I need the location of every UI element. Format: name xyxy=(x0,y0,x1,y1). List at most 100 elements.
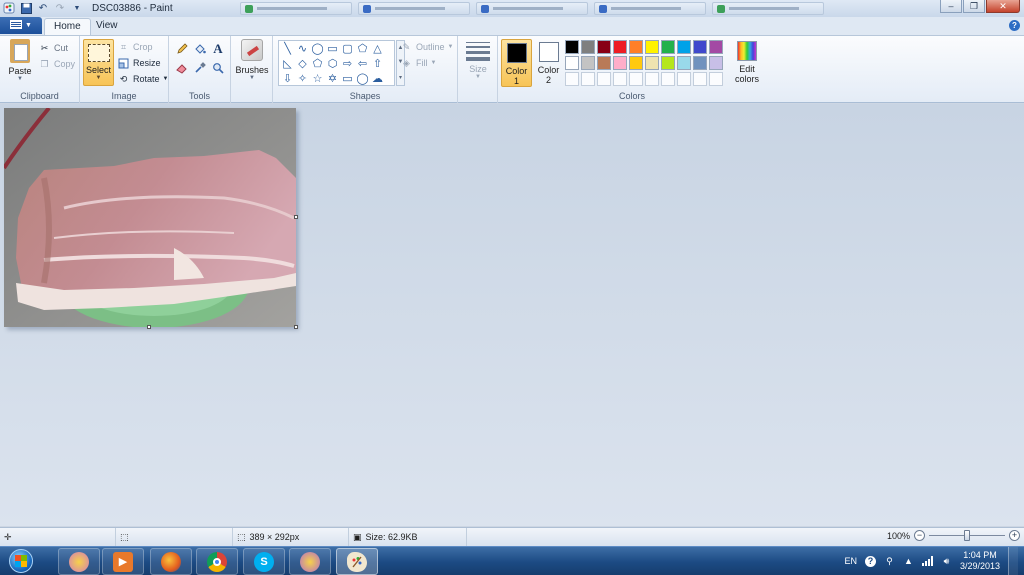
color-picker-icon[interactable] xyxy=(192,60,208,76)
five-point-star-shape-icon[interactable]: ☆ xyxy=(310,72,325,87)
close-button[interactable]: ✕ xyxy=(986,0,1020,13)
line-shape-icon[interactable]: ╲ xyxy=(280,42,295,57)
palette-swatch[interactable] xyxy=(613,56,627,70)
palette-swatch[interactable] xyxy=(613,40,627,54)
oval-shape-icon[interactable]: ◯ xyxy=(310,42,325,57)
palette-swatch[interactable] xyxy=(677,56,691,70)
start-button[interactable] xyxy=(2,547,40,575)
curve-shape-icon[interactable]: ∿ xyxy=(295,42,310,57)
network-tray-icon[interactable]: ⚲ xyxy=(884,556,895,567)
paint-app-icon[interactable] xyxy=(2,1,16,15)
magnifier-icon[interactable] xyxy=(210,60,226,76)
pentagon-shape-icon[interactable]: ⬠ xyxy=(310,57,325,72)
tab-home[interactable]: Home xyxy=(44,18,91,35)
custom-color-slot[interactable] xyxy=(661,72,675,86)
zoom-in-button[interactable]: + xyxy=(1009,530,1020,541)
taskbar-media-player-button[interactable]: ▶ xyxy=(102,548,144,575)
minimize-button[interactable]: – xyxy=(940,0,962,13)
taskbar-skype-button[interactable]: S xyxy=(243,548,285,575)
paint-menu-button[interactable]: ▼ xyxy=(0,17,42,34)
six-point-star-shape-icon[interactable]: ✡ xyxy=(325,72,340,87)
show-desktop-button[interactable] xyxy=(1008,547,1018,575)
diamond-shape-icon[interactable]: ◇ xyxy=(295,57,310,72)
cut-button[interactable]: ✂ Cut xyxy=(38,41,68,55)
tab-view[interactable]: View xyxy=(87,18,127,35)
triangle-shape-icon[interactable]: △ xyxy=(370,42,385,57)
rounded-callout-shape-icon[interactable]: ▭ xyxy=(340,72,355,87)
palette-swatch[interactable] xyxy=(629,40,643,54)
palette-swatch[interactable] xyxy=(709,40,723,54)
save-icon[interactable] xyxy=(19,1,33,15)
custom-color-slot[interactable] xyxy=(581,72,595,86)
custom-color-slot[interactable] xyxy=(597,72,611,86)
custom-color-slot[interactable] xyxy=(613,72,627,86)
text-icon[interactable]: A xyxy=(210,41,226,57)
pencil-icon[interactable] xyxy=(174,41,190,57)
outline-button[interactable]: ✎ Outline ▼ xyxy=(400,40,454,54)
canvas-workspace[interactable] xyxy=(0,104,1024,526)
redo-icon[interactable]: ↷ xyxy=(53,1,67,15)
right-triangle-shape-icon[interactable]: ◺ xyxy=(280,57,295,72)
eraser-icon[interactable] xyxy=(174,60,190,76)
palette-swatch[interactable] xyxy=(565,56,579,70)
show-hidden-icons-icon[interactable]: ▲ xyxy=(903,556,914,567)
resize-handle-bottom[interactable] xyxy=(147,325,151,329)
size-button[interactable]: Size ▼ xyxy=(464,42,492,80)
palette-swatch[interactable] xyxy=(645,40,659,54)
edit-colors-button[interactable]: Edit colors xyxy=(731,39,763,84)
language-indicator[interactable]: EN xyxy=(844,556,857,566)
zoom-slider[interactable] xyxy=(929,530,1005,541)
custom-color-slot[interactable] xyxy=(565,72,579,86)
cloud-callout-shape-icon[interactable]: ☁ xyxy=(370,72,385,87)
palette-swatch[interactable] xyxy=(629,56,643,70)
fill-button[interactable]: ◈ Fill ▼ xyxy=(400,56,436,70)
help-button[interactable]: ? xyxy=(1009,20,1020,31)
clock[interactable]: 1:04 PM 3/29/2013 xyxy=(960,550,1000,572)
custom-color-slot[interactable] xyxy=(693,72,707,86)
color1-button[interactable]: Color 1 xyxy=(501,39,532,87)
palette-swatch[interactable] xyxy=(597,56,611,70)
crop-button[interactable]: ⌗ Crop xyxy=(117,40,153,54)
four-point-star-shape-icon[interactable]: ✧ xyxy=(295,72,310,87)
palette-swatch[interactable] xyxy=(597,40,611,54)
palette-swatch[interactable] xyxy=(693,56,707,70)
taskbar-messenger-chat-button[interactable] xyxy=(289,548,331,575)
custom-color-slot[interactable] xyxy=(709,72,723,86)
copy-button[interactable]: ❐ Copy xyxy=(38,57,75,71)
maximize-button[interactable]: ❐ xyxy=(963,0,985,13)
right-arrow-shape-icon[interactable]: ⇨ xyxy=(340,57,355,72)
oval-callout-shape-icon[interactable]: ◯ xyxy=(355,72,370,87)
customize-toolbar-icon[interactable]: ▼ xyxy=(70,1,84,15)
resize-handle-corner[interactable] xyxy=(294,325,298,329)
palette-swatch[interactable] xyxy=(581,40,595,54)
palette-swatch[interactable] xyxy=(581,56,595,70)
fill-bucket-icon[interactable] xyxy=(192,41,208,57)
volume-icon[interactable]: 🔊︎ xyxy=(941,556,952,567)
taskbar-messenger-button[interactable] xyxy=(58,548,100,575)
palette-swatch[interactable] xyxy=(661,56,675,70)
left-arrow-shape-icon[interactable]: ⇦ xyxy=(355,57,370,72)
up-arrow-shape-icon[interactable]: ⇧ xyxy=(370,57,385,72)
custom-color-slot[interactable] xyxy=(629,72,643,86)
help-tray-icon[interactable]: ? xyxy=(864,555,876,567)
palette-swatch[interactable] xyxy=(645,56,659,70)
palette-swatch[interactable] xyxy=(661,40,675,54)
zoom-out-button[interactable]: − xyxy=(914,530,925,541)
palette-swatch[interactable] xyxy=(709,56,723,70)
brushes-button[interactable]: Brushes ▼ xyxy=(234,39,270,81)
palette-swatch[interactable] xyxy=(565,40,579,54)
custom-color-slot[interactable] xyxy=(645,72,659,86)
rotate-button[interactable]: ⟲ Rotate ▼ xyxy=(117,72,169,86)
undo-icon[interactable]: ↶ xyxy=(36,1,50,15)
taskbar-firefox-button[interactable] xyxy=(150,548,192,575)
down-arrow-shape-icon[interactable]: ⇩ xyxy=(280,72,295,87)
polygon-shape-icon[interactable]: ⬠ xyxy=(355,42,370,57)
rectangle-shape-icon[interactable]: ▭ xyxy=(325,42,340,57)
paste-button[interactable]: Paste ▼ xyxy=(4,39,36,83)
resize-button[interactable]: Resize xyxy=(117,56,161,70)
select-button[interactable]: Select ▼ xyxy=(83,39,114,86)
resize-handle-right[interactable] xyxy=(294,215,298,219)
palette-swatch[interactable] xyxy=(693,40,707,54)
taskbar-chrome-button[interactable] xyxy=(196,548,238,575)
taskbar-paint-button[interactable] xyxy=(336,548,378,575)
